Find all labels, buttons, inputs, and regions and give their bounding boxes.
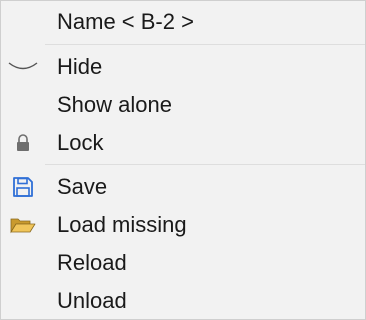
menu-header-label: Name < B-2 >: [57, 9, 194, 34]
menu-item-load-missing[interactable]: Load missing: [1, 206, 365, 244]
menu-header-name: Name < B-2 >: [1, 3, 365, 41]
menu-item-label: Hide: [57, 54, 103, 79]
menu-separator: [45, 44, 365, 45]
lock-icon: [1, 124, 45, 162]
menu-item-hide[interactable]: Hide: [1, 48, 365, 86]
menu-item-label: Save: [57, 174, 108, 199]
closed-eye-icon: [1, 48, 45, 86]
menu-item-label: Lock: [57, 130, 104, 155]
menu-item-unload[interactable]: Unload: [1, 282, 365, 320]
menu-item-lock[interactable]: Lock: [1, 124, 365, 162]
menu-item-label: Show alone: [57, 92, 172, 117]
context-menu: Name < B-2 > Hide Show alone Lock Save L…: [0, 0, 366, 320]
menu-item-label: Load missing: [57, 212, 187, 237]
menu-item-save[interactable]: Save: [1, 168, 365, 206]
menu-item-label: Reload: [57, 250, 127, 275]
open-folder-icon: [1, 206, 45, 244]
floppy-disk-icon: [1, 168, 45, 206]
menu-item-show-alone[interactable]: Show alone: [1, 86, 365, 124]
menu-separator: [45, 164, 365, 165]
menu-item-label: Unload: [57, 288, 127, 313]
menu-item-reload[interactable]: Reload: [1, 244, 365, 282]
